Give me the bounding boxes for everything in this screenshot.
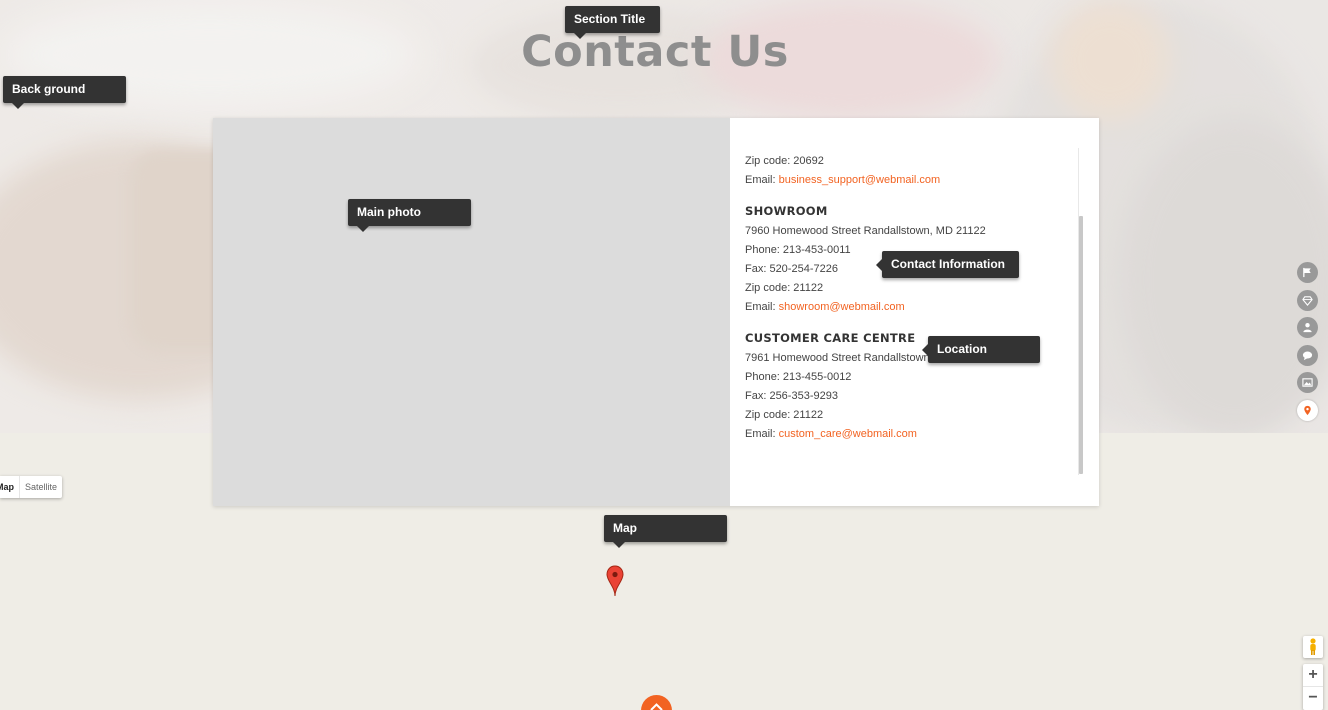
head-office-email: Email: business_support@webmail.com — [745, 171, 1065, 190]
side-nav-item-diamond[interactable] — [1297, 289, 1318, 311]
map-type-control: Map Satellite — [0, 476, 63, 498]
scroll-to-top-button[interactable] — [641, 695, 672, 710]
tooltip-main-photo: Main photo — [348, 199, 471, 232]
zoom-in-button[interactable]: + — [1303, 664, 1323, 686]
section-title: Contact Us — [521, 27, 789, 77]
head-office-zip: Zip code: 20692 — [745, 155, 824, 167]
diamond-icon — [1302, 295, 1313, 306]
tooltip-contact-information: Contact Information — [876, 251, 1019, 278]
zoom-control: + − — [1303, 664, 1323, 710]
location-pin-icon — [1304, 405, 1311, 416]
side-nav-item-image[interactable] — [1297, 372, 1318, 394]
tooltip-location: Location — [922, 336, 1040, 363]
flag-icon — [1303, 267, 1311, 278]
customer-care-fax: Fax: 256-353-9293 — [745, 390, 838, 402]
street-view-pegman-icon[interactable] — [1303, 636, 1323, 658]
tooltip-section-title: Section Title — [565, 6, 660, 39]
email-label: Email: — [745, 428, 776, 440]
side-nav-item-user[interactable] — [1297, 317, 1318, 339]
head-office-email-link[interactable]: business_support@webmail.com — [779, 174, 941, 186]
customer-care-phone: Phone: 213-455-0012 — [745, 371, 852, 383]
showroom-email-link[interactable]: showroom@webmail.com — [779, 301, 905, 313]
email-label: Email: — [745, 174, 776, 186]
customer-care-email-link[interactable]: custom_care@webmail.com — [779, 428, 917, 440]
chat-icon — [1302, 351, 1313, 360]
user-icon — [1303, 323, 1312, 333]
map-type-satellite-button[interactable]: Satellite — [20, 476, 62, 498]
image-icon — [1302, 378, 1313, 388]
tooltip-background: Back ground — [3, 76, 126, 109]
side-nav-item-flag[interactable] — [1297, 262, 1318, 283]
contact-info-list: Zip code: 20692 Email: business_support@… — [745, 152, 1065, 444]
side-nav-item-location[interactable] — [1297, 399, 1318, 421]
side-nav — [1297, 262, 1318, 428]
main-photo — [213, 118, 730, 506]
zoom-out-button[interactable]: − — [1303, 686, 1323, 709]
email-label: Email: — [745, 301, 776, 313]
contact-info-scrollbar[interactable] — [1078, 148, 1084, 475]
contact-info-panel[interactable]: Zip code: 20692 Email: business_support@… — [730, 118, 1099, 506]
map-marker-icon[interactable] — [606, 565, 624, 597]
showroom-address: 7960 Homewood Street Randallstown, MD 21… — [745, 225, 986, 237]
customer-care-zip: Zip code: 21122 — [745, 409, 824, 421]
showroom-zip: Zip code: 21122 — [745, 282, 824, 294]
side-nav-item-chat[interactable] — [1297, 344, 1318, 366]
tooltip-map: Map — [604, 515, 727, 548]
customer-care-email: Email: custom_care@webmail.com — [745, 425, 1065, 444]
showroom-email: Email: showroom@webmail.com — [745, 298, 1065, 317]
map-type-map-button[interactable]: Map — [0, 476, 20, 498]
contact-card: Zip code: 20692 Email: business_support@… — [213, 118, 1099, 506]
scrollbar-thumb[interactable] — [1079, 216, 1083, 474]
showroom-heading: SHOWROOM — [745, 204, 828, 218]
home-icon — [650, 703, 663, 710]
